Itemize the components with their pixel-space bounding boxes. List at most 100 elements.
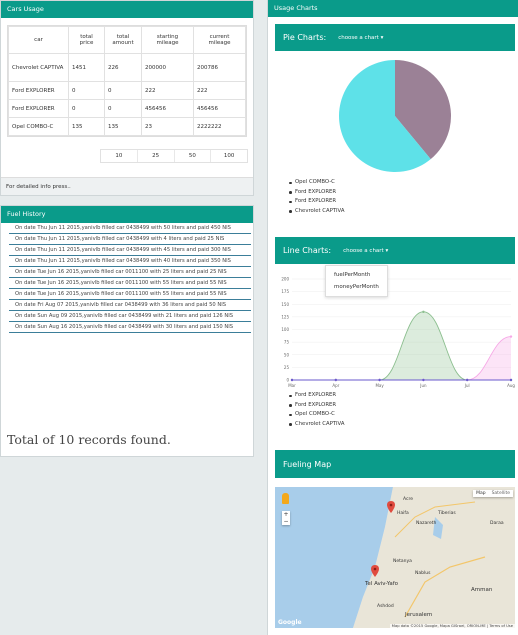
y-tick-label: 50 [284, 352, 290, 357]
y-tick-label: 200 [281, 277, 289, 282]
table-cell: 2222222 [193, 117, 246, 136]
y-tick-label: 175 [281, 289, 289, 294]
map-type-satellite-button[interactable]: Satellite [489, 490, 513, 497]
cars-usage-title: Cars Usage [1, 1, 253, 18]
map-type-map-button[interactable]: Map [473, 490, 489, 497]
y-tick-label: 0 [286, 378, 289, 383]
legend-item: Ford EXPLORER [289, 391, 515, 401]
line-chart-label: Line Charts: [283, 246, 332, 255]
data-point[interactable] [290, 378, 294, 382]
list-item: On date Thu Jun 11 2015,yanivlb filled c… [9, 234, 251, 245]
map-marker-icon[interactable] [371, 565, 379, 577]
page-size-25[interactable]: 25 [138, 150, 175, 162]
pie-chart-header: Pie Charts: choose a chart ▾ [275, 24, 515, 51]
place-label: Ashdod [377, 604, 394, 609]
x-tick-label: Aug [507, 383, 515, 388]
legend-item: Opel COMBO-C [289, 178, 515, 188]
records-total: Total of 10 records found. [7, 432, 171, 447]
data-point[interactable] [509, 378, 513, 382]
list-item: On date Sun Aug 16 2015,yanivlb filled c… [9, 322, 251, 333]
table-cell: Ford EXPLORER [8, 99, 69, 118]
table-cell: 222 [193, 81, 246, 100]
table-row[interactable]: Ford EXPLORER 0 0 222 222 [8, 81, 246, 100]
map-type-control: Map Satellite [473, 490, 513, 497]
pie-chart [339, 60, 451, 172]
data-point[interactable] [466, 378, 469, 382]
y-tick-label: 25 [284, 365, 290, 370]
col-header-total-price[interactable]: total price [68, 26, 105, 54]
pie-chart-dropdown[interactable]: choose a chart ▾ [338, 35, 383, 41]
place-label: Jerusalem [405, 612, 433, 618]
fuel-history-list: On date Thu Jun 11 2015,yanivlb filled c… [1, 223, 253, 333]
table-cell: 135 [68, 117, 105, 136]
menu-item-money-per-month[interactable]: moneyPerMonth [334, 281, 379, 293]
x-tick-label: Mar [288, 383, 296, 388]
list-item: On date Thu Jun 11 2015,yanivlb filled c… [9, 223, 251, 234]
list-item: On date Tue Jun 16 2015,yanivlb filled c… [9, 267, 251, 278]
pie-chart-label: Pie Charts: [283, 33, 327, 42]
list-item: On date Fri Aug 07 2015,yanivlb filled c… [9, 300, 251, 311]
zoom-in-button[interactable]: + [282, 511, 290, 518]
list-item: On date Tue Jun 16 2015,yanivlb filled c… [9, 289, 251, 300]
table-cell: Opel COMBO-C [8, 117, 69, 136]
data-point[interactable] [422, 378, 425, 382]
line-chart-section: Line Charts: choose a chart ▾ 0 25 50 75 100… [275, 237, 515, 437]
chart-dropdown-menu: fuelPerMonth moneyPerMonth [325, 265, 388, 297]
place-label: Nazareth [416, 521, 437, 526]
col-header-total-amount[interactable]: total amount [104, 26, 142, 54]
map-marker-icon[interactable] [387, 501, 395, 513]
page-size-selector: 10 25 50 100 [100, 149, 248, 163]
page-size-50[interactable]: 50 [175, 150, 212, 162]
menu-item-fuel-per-month[interactable]: fuelPerMonth [334, 269, 379, 281]
table-row[interactable]: Chevrolet CAPTIVA 1451 226 200000 200786 [8, 53, 246, 82]
table-row[interactable]: Opel COMBO-C 135 135 23 2222222 [8, 117, 246, 136]
data-point[interactable] [378, 378, 381, 382]
pie-chart-legend: Opel COMBO-C Ford EXPLORER Ford EXPLORER… [289, 178, 515, 216]
table-cell: 200786 [193, 53, 246, 82]
table-cell: 0 [104, 99, 142, 118]
line-chart-dropdown[interactable]: choose a chart ▾ [343, 248, 388, 254]
col-header-current-mileage[interactable]: current mileage [193, 26, 246, 54]
table-cell: 200000 [141, 53, 194, 82]
cars-usage-table-wrap: car total price total amount starting milea… [7, 25, 247, 137]
list-item: On date Thu Jun 11 2015,yanivlb filled c… [9, 245, 251, 256]
table-cell: 456456 [193, 99, 246, 118]
map-attribution[interactable]: Map data ©2015 Google, Mapa GISrael, ORI… [389, 624, 515, 628]
legend-item: Ford EXPLORER [289, 197, 515, 207]
col-header-car[interactable]: car [8, 26, 69, 54]
fuel-history-title: Fuel History [1, 206, 253, 223]
list-item: On date Thu Jun 11 2015,yanivlb filled c… [9, 256, 251, 267]
y-tick-label: 150 [281, 302, 289, 307]
col-header-starting-mileage[interactable]: starting mileage [141, 26, 194, 54]
place-label: Tiberias [438, 511, 456, 516]
legend-item: Chevrolet CAPTIVA [289, 420, 515, 430]
data-point[interactable] [334, 378, 337, 382]
data-point[interactable] [509, 335, 513, 338]
page-size-10[interactable]: 10 [101, 150, 138, 162]
table-cell: 0 [104, 81, 142, 100]
map-graphic [275, 487, 515, 628]
line-chart: 0 25 50 75 100 125 150 175 200 Mar Apr May Jun Jul Aug [281, 277, 515, 389]
map-canvas[interactable]: Acre Haifa Tiberias Nazareth Daraa Netan… [275, 487, 515, 628]
pegman-icon[interactable] [282, 493, 289, 504]
zoom-controls: + − [282, 511, 290, 525]
legend-item: Ford EXPLORER [289, 401, 515, 411]
table-row[interactable]: Ford EXPLORER 0 0 456456 456456 [8, 99, 246, 118]
table-cell: 222 [141, 81, 194, 100]
table-cell: 456456 [141, 99, 194, 118]
x-tick-label: Jul [464, 383, 470, 388]
fuel-history-panel: Fuel History On date Thu Jun 11 2015,yan… [0, 205, 254, 457]
page-size-100[interactable]: 100 [211, 150, 247, 162]
pie-chart-section: Pie Charts: choose a chart ▾ Opel COMBO-… [275, 24, 515, 224]
details-footnote[interactable]: For detailed info press.. [1, 177, 253, 195]
table-cell: 23 [141, 117, 194, 136]
line-chart-legend: Ford EXPLORER Ford EXPLORER Opel COMBO-C… [289, 391, 515, 429]
line-dropdown-label: choose a chart [343, 247, 384, 254]
fueling-map-header: Fueling Map [275, 450, 515, 478]
place-label: Tel Aviv-Yafo [365, 581, 399, 587]
line-chart-header: Line Charts: choose a chart ▾ [275, 237, 515, 264]
table-cell: 0 [68, 81, 105, 100]
zoom-out-button[interactable]: − [282, 518, 290, 525]
data-point[interactable] [422, 310, 425, 314]
usage-charts-panel: Usage Charts Pie Charts: choose a chart … [267, 0, 518, 635]
